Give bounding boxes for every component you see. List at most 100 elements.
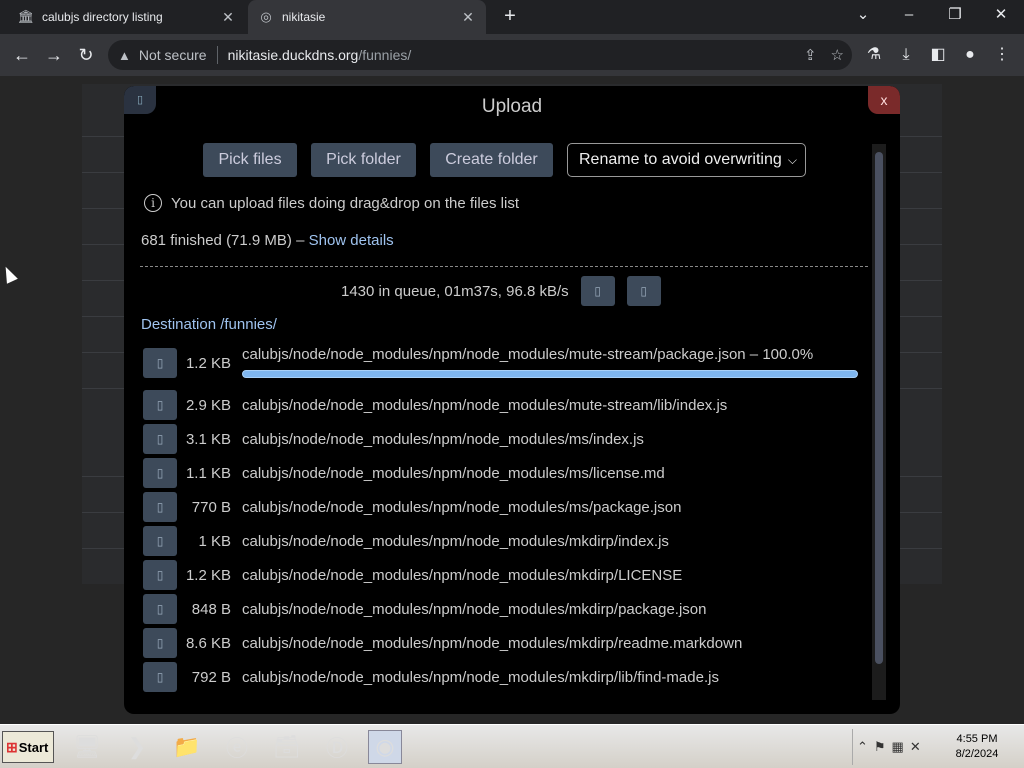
close-button[interactable]: x xyxy=(868,86,900,114)
rename-mode-value: Rename to avoid overwriting xyxy=(579,151,782,168)
clock-time: 4:55 PM xyxy=(956,733,998,745)
remove-file-button[interactable]: ▯ xyxy=(143,594,177,624)
minimize-button[interactable]: – xyxy=(886,0,932,30)
remove-file-button[interactable]: ▯ xyxy=(143,628,177,658)
address-bar[interactable]: ▲ Not secure nikitasie.duckdns.org /funn… xyxy=(108,40,852,70)
file-size: 1.2 KB xyxy=(185,566,231,584)
share-icon[interactable]: ⇪ xyxy=(804,46,817,64)
file-path: calubjs/node/node_modules/npm/node_modul… xyxy=(242,668,719,686)
url-host: nikitasie.duckdns.org xyxy=(227,47,359,63)
remove-file-button[interactable]: ▯ xyxy=(143,458,177,488)
sidepanel-icon[interactable]: ◧ xyxy=(926,43,950,67)
file-row: ▯ 1 KB calubjs/node/node_modules/npm/nod… xyxy=(124,526,874,556)
start-button[interactable]: ⊞Start xyxy=(2,731,54,763)
pick-files-button[interactable]: Pick files xyxy=(203,143,297,177)
show-details-link[interactable]: Show details xyxy=(309,232,394,249)
file-row: ▯ 792 B calubjs/node/node_modules/npm/no… xyxy=(124,662,874,692)
close-tab-icon[interactable]: ✕ xyxy=(220,9,236,26)
security-label: Not secure xyxy=(138,47,207,63)
browser-toolbar: ← → ↻ ▲ Not secure nikitasie.duckdns.org… xyxy=(0,34,1024,76)
tab-nikitasie[interactable]: ◎ nikitasie ✕ xyxy=(248,0,486,34)
menu-icon[interactable]: ⋮ xyxy=(990,43,1014,67)
upload-progress-bar xyxy=(242,370,858,378)
chevron-down-icon: ⌵ xyxy=(787,153,797,167)
info-icon: i xyxy=(144,194,162,212)
chrome-icon[interactable]: ◉ xyxy=(368,730,402,764)
file-path: calubjs/node/node_modules/npm/node_modul… xyxy=(242,498,682,516)
profile-icon[interactable]: ● xyxy=(958,43,982,67)
pause-queue-button[interactable]: ▯ xyxy=(580,276,615,306)
file-size: 8.6 KB xyxy=(185,634,231,652)
divider xyxy=(216,46,218,64)
back-icon[interactable]: ← xyxy=(8,41,36,69)
tab-title: calubjs directory listing xyxy=(42,10,163,24)
divider xyxy=(140,266,868,267)
chevron-down-icon[interactable]: ⌄ xyxy=(840,0,886,30)
file-size: 3.1 KB xyxy=(185,430,231,448)
tab-calubjs[interactable]: 🏛 calubjs directory listing ✕ xyxy=(8,0,246,34)
file-size: 1.1 KB xyxy=(185,464,231,482)
file-path: calubjs/node/node_modules/npm/node_modul… xyxy=(242,600,707,618)
powershell-icon[interactable]: ❯ xyxy=(120,730,154,764)
lab-icon[interactable]: ⚗ xyxy=(862,43,886,67)
file-path: calubjs/node/node_modules/npm/node_modul… xyxy=(242,566,683,584)
archive-icon[interactable]: 🗃 xyxy=(270,730,304,764)
file-path: calubjs/node/node_modules/npm/node_modul… xyxy=(242,346,814,363)
new-tab-button[interactable]: + xyxy=(498,4,522,28)
upload-modal: ▯ Upload x Pick files Pick folder Create… xyxy=(124,86,900,714)
reload-icon[interactable]: ↻ xyxy=(72,41,100,69)
remove-file-button[interactable]: ▯ xyxy=(143,492,177,522)
taskbar: ⊞Start 🖥 ❯ 📁 ⓔ 🗃 Ⓓ ◉ ⌃⚑▦✕ 4:55 PM 8/2/20… xyxy=(0,724,1024,768)
tab-bar: 🏛 calubjs directory listing ✕ ◎ nikitasi… xyxy=(0,0,1024,34)
file-size: 792 B xyxy=(191,668,231,686)
file-path: calubjs/node/node_modules/npm/node_modul… xyxy=(242,464,665,482)
finished-summary: 681 finished (71.9 MB) – Show details xyxy=(141,232,394,249)
app-d-icon[interactable]: Ⓓ xyxy=(320,730,354,764)
tip-text: You can upload files doing drag&drop on … xyxy=(171,194,520,212)
rename-mode-select[interactable]: Rename to avoid overwriting ⌵ xyxy=(567,143,806,177)
file-row: ▯ 848 B calubjs/node/node_modules/npm/no… xyxy=(124,594,874,624)
remove-file-button[interactable]: ▯ xyxy=(143,348,177,378)
scrollbar[interactable] xyxy=(872,144,886,700)
server-manager-icon[interactable]: 🖥 xyxy=(70,730,104,764)
tab-title: nikitasie xyxy=(282,10,326,24)
clock[interactable]: 4:55 PM 8/2/2024 xyxy=(945,732,1009,762)
file-size: 2.9 KB xyxy=(185,396,231,414)
modal-title: Upload xyxy=(481,96,543,117)
file-row: ▯ 1.2 KB calubjs/node/node_modules/npm/n… xyxy=(124,560,874,590)
create-folder-button[interactable]: Create folder xyxy=(430,143,553,177)
remove-file-button[interactable]: ▯ xyxy=(143,526,177,556)
remove-file-button[interactable]: ▯ xyxy=(143,390,177,420)
file-size: 770 B xyxy=(191,498,231,516)
file-row: ▯ 8.6 KB calubjs/node/node_modules/npm/n… xyxy=(124,628,874,658)
file-size: 848 B xyxy=(191,600,231,618)
file-row: ▯ 770 B calubjs/node/node_modules/npm/no… xyxy=(124,492,874,522)
destination-label: Destination /funnies/ xyxy=(141,316,277,333)
remove-file-button[interactable]: ▯ xyxy=(143,424,177,454)
bank-icon: 🏛 xyxy=(17,9,35,24)
cancel-queue-button[interactable]: ▯ xyxy=(626,276,661,306)
remove-file-button[interactable]: ▯ xyxy=(143,560,177,590)
system-tray: ⌃⚑▦✕ 4:55 PM 8/2/2024 xyxy=(852,729,1020,765)
restore-button[interactable]: ❐ xyxy=(932,0,978,30)
tray-icons[interactable]: ⌃⚑▦✕ xyxy=(857,739,927,755)
file-row: ▯ 2.9 KB calubjs/node/node_modules/npm/n… xyxy=(124,390,874,420)
file-size: 1 KB xyxy=(198,532,231,550)
mouse-cursor-icon xyxy=(0,264,18,284)
folder-icon[interactable]: 📁 xyxy=(170,730,204,764)
file-path: calubjs/node/node_modules/npm/node_modul… xyxy=(242,634,743,652)
internet-explorer-icon[interactable]: ⓔ xyxy=(220,730,254,764)
windows-logo-icon: ⊞ xyxy=(6,739,18,755)
pick-folder-button[interactable]: Pick folder xyxy=(311,143,416,177)
start-label: Start xyxy=(18,740,49,755)
upload-tip: i You can upload files doing drag&drop o… xyxy=(144,194,519,212)
download-icon[interactable]: ⤓ xyxy=(894,43,918,67)
close-tab-icon[interactable]: ✕ xyxy=(460,9,476,26)
globe-icon: ◎ xyxy=(260,9,272,24)
remove-file-button[interactable]: ▯ xyxy=(143,662,177,692)
queue-status: 1430 in queue, 01m37s, 96.8 kB/s ▯ ▯ xyxy=(341,276,661,306)
star-icon[interactable]: ☆ xyxy=(831,46,844,64)
scrollbar-thumb[interactable] xyxy=(875,152,883,664)
close-window-button[interactable]: ✕ xyxy=(978,0,1024,30)
forward-icon[interactable]: → xyxy=(40,41,68,69)
